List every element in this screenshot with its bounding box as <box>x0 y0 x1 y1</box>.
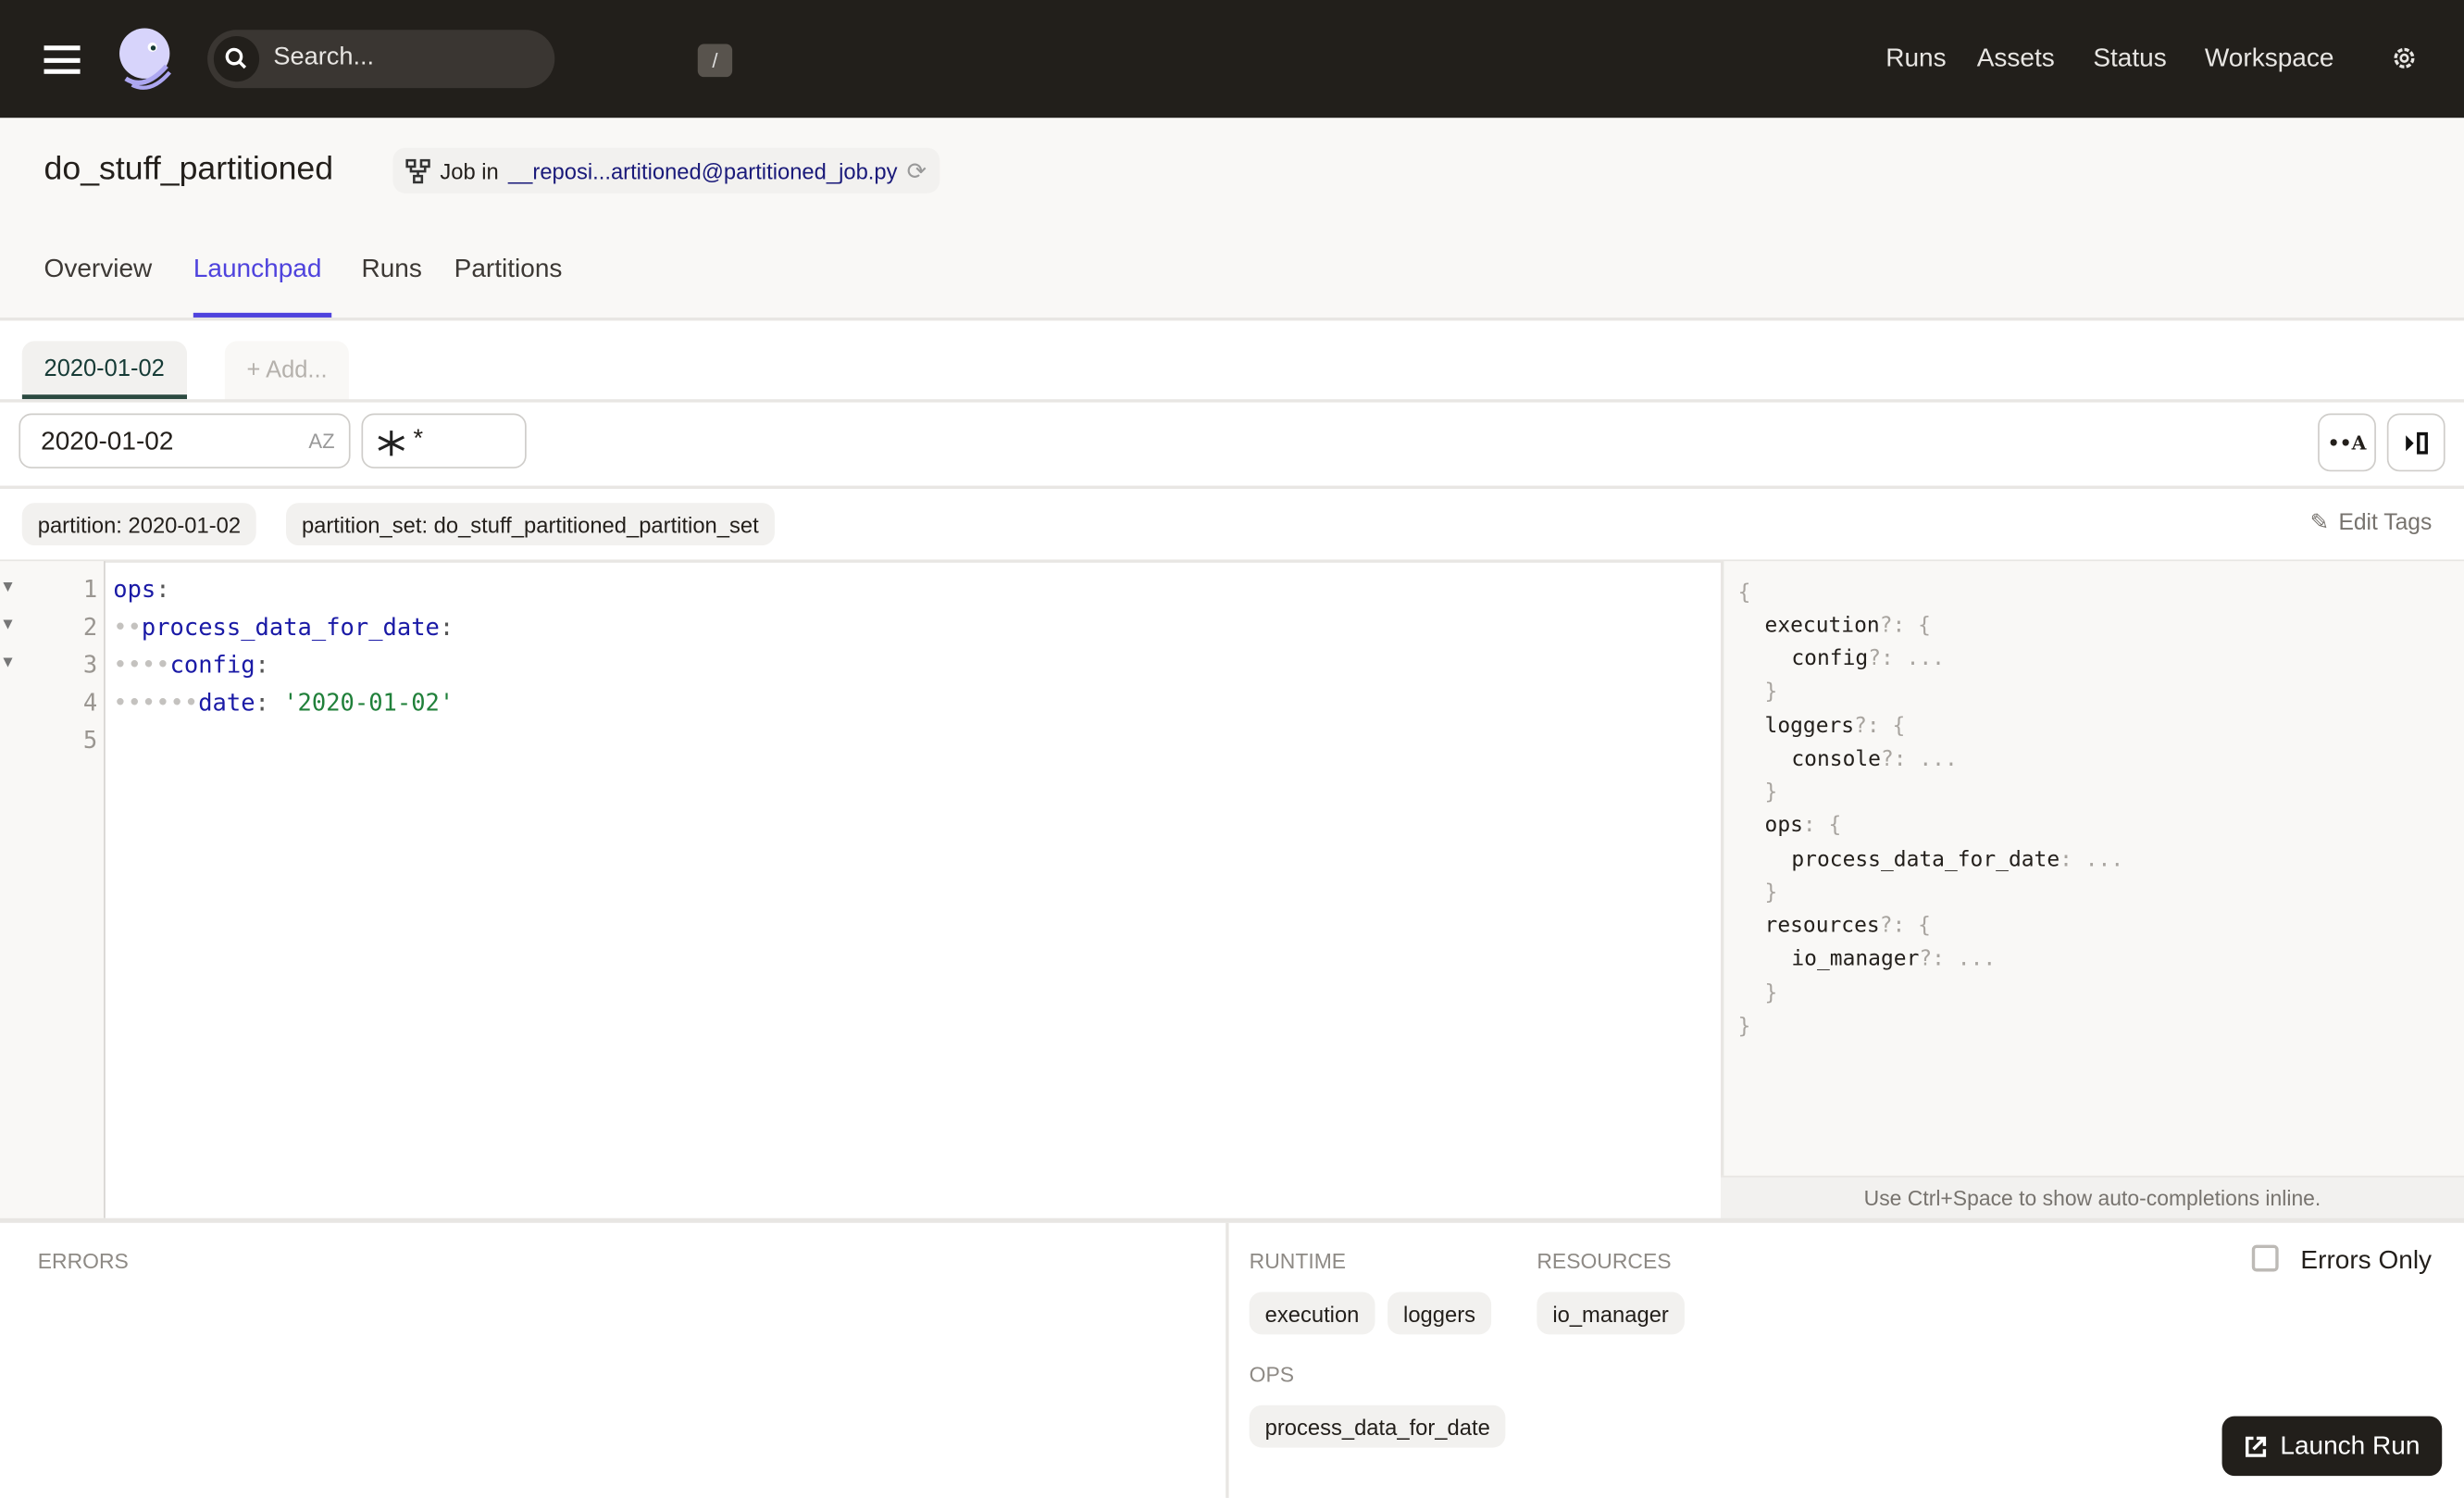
active-tab-indicator <box>193 312 332 318</box>
autocomplete-hint: Use Ctrl+Space to show auto-completions … <box>1720 1175 2464 1220</box>
scaffold-config-button[interactable]: ••A <box>2318 413 2376 472</box>
launch-run-label: Launch Run <box>2280 1430 2420 1460</box>
pencil-icon: ✎ <box>2309 510 2330 536</box>
job-prefix: Job in <box>440 157 499 183</box>
panel-divider-handle[interactable] <box>0 1217 2464 1223</box>
errors-only-checkbox[interactable] <box>2251 1244 2279 1272</box>
job-location-tag: Job in __reposi...artitioned@partitioned… <box>392 147 940 193</box>
divider <box>0 399 2464 403</box>
edit-tags-label: Edit Tags <box>2338 510 2433 536</box>
op-item-process-data-for-date[interactable]: process_data_for_date <box>1249 1404 1506 1448</box>
op-selection-value: * <box>413 426 424 453</box>
runtime-item-loggers[interactable]: loggers <box>1388 1292 1491 1335</box>
divider <box>1226 1222 1229 1498</box>
launch-run-button[interactable]: Launch Run <box>2221 1416 2443 1477</box>
add-session-button[interactable]: + Add... <box>224 341 350 400</box>
code-line: ops: <box>113 575 170 604</box>
tab-runs[interactable]: Runs <box>361 255 421 284</box>
errors-heading: ERRORS <box>37 1249 129 1274</box>
fold-icon[interactable]: ▼ <box>3 616 12 633</box>
launch-icon <box>2246 1435 2267 1456</box>
code-line: ••••••date: '2020-01-02' <box>113 688 454 718</box>
tag-partition-set: partition_set: do_stuff_partitioned_part… <box>285 503 775 546</box>
resources-heading: RESOURCES <box>1537 1249 1672 1274</box>
partition-value: 2020-01-02 <box>41 427 174 456</box>
nav-runs[interactable]: Runs <box>1885 44 1946 74</box>
page-header <box>0 118 2464 321</box>
search-shortcut: / <box>697 44 733 78</box>
line-number: 4 <box>82 688 98 718</box>
nav-assets[interactable]: Assets <box>1977 44 2055 74</box>
edit-tags-button[interactable]: ✎ Edit Tags <box>2310 511 2433 536</box>
partition-selector[interactable]: 2020-01-02 AZ <box>19 413 351 468</box>
search-placeholder: Search... <box>273 44 375 71</box>
op-selection-icon <box>378 431 404 456</box>
errors-only-label[interactable]: Errors Only <box>2300 1246 2432 1276</box>
session-tab-active[interactable]: 2020-01-02 <box>21 341 187 400</box>
nav-workspace[interactable]: Workspace <box>2205 44 2334 74</box>
job-graph-icon <box>405 158 430 183</box>
ops-heading: OPS <box>1249 1362 1295 1387</box>
reload-icon[interactable]: ⟳ <box>907 156 927 185</box>
line-number: 5 <box>82 726 98 755</box>
line-number: 3 <box>82 650 98 680</box>
fold-icon[interactable]: ▼ <box>3 579 12 596</box>
code-line: ••process_data_for_date: <box>113 613 454 642</box>
nav-status[interactable]: Status <box>2093 44 2166 74</box>
search-bar[interactable]: Search... / <box>207 30 733 89</box>
menu-icon[interactable] <box>44 45 81 74</box>
fold-icon[interactable]: ▼ <box>3 654 12 671</box>
tab-overview[interactable]: Overview <box>44 255 153 284</box>
panel-toggle-icon <box>2405 431 2428 454</box>
code-line: ••••config: <box>113 650 269 680</box>
repository-link[interactable]: __reposi...artitioned@partitioned_job.py <box>508 158 898 183</box>
tab-launchpad[interactable]: Launchpad <box>193 255 322 284</box>
search-icon <box>213 36 260 82</box>
divider <box>0 485 2464 489</box>
line-number: 1 <box>82 575 98 604</box>
line-number: 2 <box>82 613 98 642</box>
toggle-panel-button[interactable] <box>2386 413 2445 472</box>
runtime-item-execution[interactable]: execution <box>1249 1292 1375 1335</box>
yaml-editor[interactable]: ▼ ▼ ▼ 1 2 3 4 5 ops: ••process_data_for_… <box>0 572 1721 1201</box>
runtime-heading: RUNTIME <box>1249 1249 1347 1274</box>
tab-partitions[interactable]: Partitions <box>454 255 563 284</box>
op-selection-input[interactable]: * <box>361 413 527 468</box>
config-schema-panel: { execution?: { config?: ... } loggers?:… <box>1720 561 2464 1218</box>
sort-az-icon[interactable]: AZ <box>308 429 334 452</box>
dagster-logo[interactable] <box>110 25 180 94</box>
page-title: do_stuff_partitioned <box>44 150 334 188</box>
tag-partition: partition: 2020-01-02 <box>21 503 257 546</box>
resource-item-io-manager[interactable]: io_manager <box>1537 1292 1685 1335</box>
settings-gear-icon[interactable] <box>2390 44 2419 73</box>
